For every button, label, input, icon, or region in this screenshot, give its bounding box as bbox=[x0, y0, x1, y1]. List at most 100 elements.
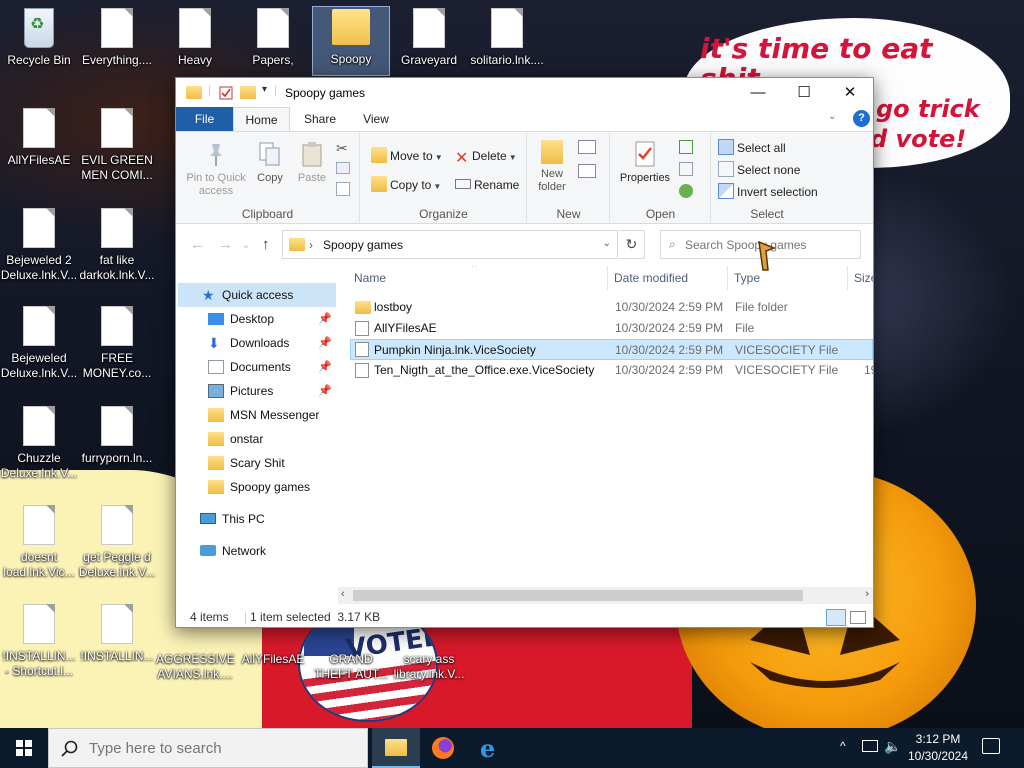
desktop-icon[interactable]: Heavy bbox=[156, 8, 234, 68]
desktop-icon[interactable]: Everything.... bbox=[78, 8, 156, 68]
show-hidden-icons-icon[interactable]: ^ bbox=[840, 739, 846, 753]
tab-view[interactable]: View bbox=[352, 107, 400, 131]
maximize-button[interactable]: ☐ bbox=[781, 78, 827, 107]
rename-button[interactable]: Rename bbox=[455, 175, 519, 195]
nav-downloads[interactable]: ⬇ Downloads 📌 bbox=[176, 331, 336, 355]
tab-file[interactable]: File bbox=[176, 107, 233, 131]
desktop-icon[interactable]: EVIL GREEN MEN COMI... bbox=[78, 108, 156, 183]
address-dropdown-icon[interactable]: ⌄ bbox=[603, 238, 611, 249]
taskbar-internet-explorer[interactable]: e bbox=[468, 728, 516, 768]
nav-desktop[interactable]: Desktop 📌 bbox=[176, 307, 336, 331]
copy-path-icon[interactable] bbox=[336, 162, 350, 174]
invert-selection-button[interactable]: Invert selection bbox=[718, 182, 818, 202]
taskbar-firefox[interactable] bbox=[420, 728, 468, 768]
select-none-button[interactable]: Select none bbox=[718, 160, 800, 180]
close-button[interactable]: ✕ bbox=[827, 78, 873, 107]
file-row[interactable]: AllYFilesAE 10/30/2024 2:59 PM File bbox=[350, 318, 873, 339]
cut-icon[interactable]: ✂ bbox=[336, 140, 348, 157]
desktop-icon[interactable]: !INSTALLIN... - Shortcut.l... bbox=[0, 604, 78, 679]
address-bar[interactable]: › Spoopy games ⌄ bbox=[282, 230, 618, 259]
file-row[interactable]: lostboy 10/30/2024 2:59 PM File folder bbox=[350, 297, 873, 318]
breadcrumb-chevron-icon[interactable]: › bbox=[309, 238, 313, 252]
nav-onstar[interactable]: onstar bbox=[176, 427, 336, 451]
network-status-icon[interactable] bbox=[862, 740, 878, 752]
nav-quick-access[interactable]: ★ Quick access bbox=[178, 283, 336, 307]
help-icon[interactable]: ? bbox=[853, 110, 870, 127]
select-all-button[interactable]: Select all bbox=[718, 138, 786, 158]
easy-access-icon[interactable] bbox=[578, 164, 596, 178]
recent-locations-icon[interactable]: ⌄ bbox=[242, 240, 250, 251]
properties-check-icon[interactable] bbox=[218, 85, 234, 101]
column-header-name[interactable]: Name bbox=[348, 266, 608, 290]
breadcrumb[interactable]: Spoopy games bbox=[323, 238, 403, 252]
file-row-selected[interactable]: Pumpkin Ninja.lnk.ViceSociety 10/30/2024… bbox=[350, 339, 873, 360]
nav-msn-messenger[interactable]: MSN Messenger bbox=[176, 403, 336, 427]
desktop-icon-label-only[interactable]: scary ass library.lnk.V... bbox=[390, 652, 468, 682]
file-list[interactable]: ^ Name Date modified Type Size lostboy 1… bbox=[348, 266, 873, 596]
nav-pictures[interactable]: Pictures 📌 bbox=[176, 379, 336, 403]
file-row[interactable]: Ten_Nigth_at_the_Office.exe.ViceSociety … bbox=[350, 360, 873, 381]
desktop-icon-recycle-bin[interactable]: ♻ Recycle Bin bbox=[0, 8, 78, 68]
customize-toolbar-icon[interactable]: ▾ bbox=[262, 84, 267, 95]
tab-share[interactable]: Share bbox=[296, 107, 344, 131]
desktop-icon-label-only[interactable]: AllYFilesAE bbox=[234, 652, 312, 667]
up-arrow-icon[interactable]: ↑ bbox=[262, 236, 270, 253]
copy-button[interactable]: Copy bbox=[250, 140, 290, 185]
nav-this-pc[interactable]: This PC bbox=[176, 507, 336, 531]
details-view-icon[interactable] bbox=[826, 609, 846, 626]
notifications-icon[interactable] bbox=[982, 738, 1000, 754]
tab-home[interactable]: Home bbox=[233, 107, 290, 132]
horizontal-scrollbar[interactable]: ‹ › bbox=[338, 587, 873, 604]
taskbar-file-explorer[interactable] bbox=[372, 728, 420, 768]
desktop-icon[interactable]: Papers, bbox=[234, 8, 312, 68]
new-folder-button[interactable]: New folder bbox=[532, 140, 572, 194]
scroll-right-icon[interactable]: › bbox=[865, 588, 869, 600]
pin-to-quick-access-button[interactable]: Pin to Quick access bbox=[182, 140, 250, 198]
desktop-icon[interactable]: !INSTALLIN... bbox=[78, 604, 156, 664]
taskbar-search-input[interactable] bbox=[89, 729, 359, 767]
desktop-icon[interactable]: get Peggle d Deluxe.lnk.V... bbox=[78, 505, 156, 580]
nav-scary-shit[interactable]: Scary Shit bbox=[176, 451, 336, 475]
new-item-icon[interactable] bbox=[578, 140, 596, 154]
system-clock[interactable]: 3:12 PM 10/30/2024 bbox=[904, 731, 972, 765]
copy-to-button[interactable]: Copy to ▼ bbox=[371, 175, 441, 195]
nav-network[interactable]: Network bbox=[176, 539, 336, 563]
desktop-icon[interactable]: furryporn.ln... bbox=[78, 406, 156, 466]
desktop-icon-spoopy[interactable]: Spoopy bbox=[312, 6, 390, 76]
history-icon[interactable] bbox=[679, 184, 693, 198]
file-explorer-window[interactable]: | ▾ | Spoopy games — ☐ ✕ File Home Share… bbox=[175, 77, 874, 628]
desktop-icon[interactable]: Chuzzle Deluxe.lnk.V... bbox=[0, 406, 78, 481]
back-arrow-icon[interactable]: ← bbox=[190, 236, 205, 253]
desktop-icon[interactable]: AllYFilesAE bbox=[0, 108, 78, 168]
desktop-icon[interactable]: fat like darkok.lnk.V... bbox=[78, 208, 156, 283]
volume-icon[interactable]: 🔈 bbox=[884, 738, 901, 755]
desktop-icon-label-only[interactable]: AGGRESSIVE AVIANS.lnk.... bbox=[156, 652, 235, 682]
properties-button[interactable]: Properties bbox=[615, 140, 675, 185]
paste-shortcut-icon[interactable] bbox=[336, 182, 350, 196]
minimize-button[interactable]: — bbox=[735, 78, 781, 107]
desktop-icon[interactable]: solitario.lnk.... bbox=[468, 8, 546, 68]
desktop-icon[interactable]: Bejeweled Deluxe.lnk.V... bbox=[0, 306, 78, 381]
scroll-left-icon[interactable]: ‹ bbox=[341, 588, 345, 600]
column-header-size[interactable]: Size bbox=[848, 266, 873, 290]
desktop-icon[interactable]: Bejeweled 2 Deluxe.lnk.V... bbox=[0, 208, 78, 283]
nav-documents[interactable]: Documents 📌 bbox=[176, 355, 336, 379]
refresh-button[interactable]: ↻ bbox=[619, 230, 645, 259]
move-to-button[interactable]: Move to ▼ bbox=[371, 146, 443, 166]
paste-button[interactable]: Paste bbox=[292, 140, 332, 185]
title-bar[interactable]: | ▾ | Spoopy games — ☐ ✕ bbox=[176, 78, 873, 107]
new-folder-icon[interactable] bbox=[240, 86, 256, 99]
forward-arrow-icon[interactable]: → bbox=[218, 236, 233, 253]
nav-spoopy-games[interactable]: Spoopy games bbox=[176, 475, 336, 499]
large-icons-view-icon[interactable] bbox=[850, 611, 866, 624]
desktop-icon[interactable]: doesnt load.lnk.Vic... bbox=[0, 505, 78, 580]
desktop-icon[interactable]: Graveyard bbox=[390, 8, 468, 68]
collapse-ribbon-icon[interactable]: ⌄ bbox=[828, 111, 836, 122]
scrollbar-thumb[interactable] bbox=[353, 590, 803, 601]
delete-button[interactable]: ✕ Delete ▼ bbox=[455, 146, 517, 167]
edit-icon[interactable] bbox=[679, 162, 693, 176]
desktop-icon-label-only[interactable]: GRAND THEFT AUT... bbox=[312, 652, 390, 682]
taskbar-search[interactable] bbox=[48, 728, 368, 768]
column-header-date[interactable]: Date modified bbox=[608, 266, 728, 290]
start-button[interactable] bbox=[0, 728, 48, 768]
